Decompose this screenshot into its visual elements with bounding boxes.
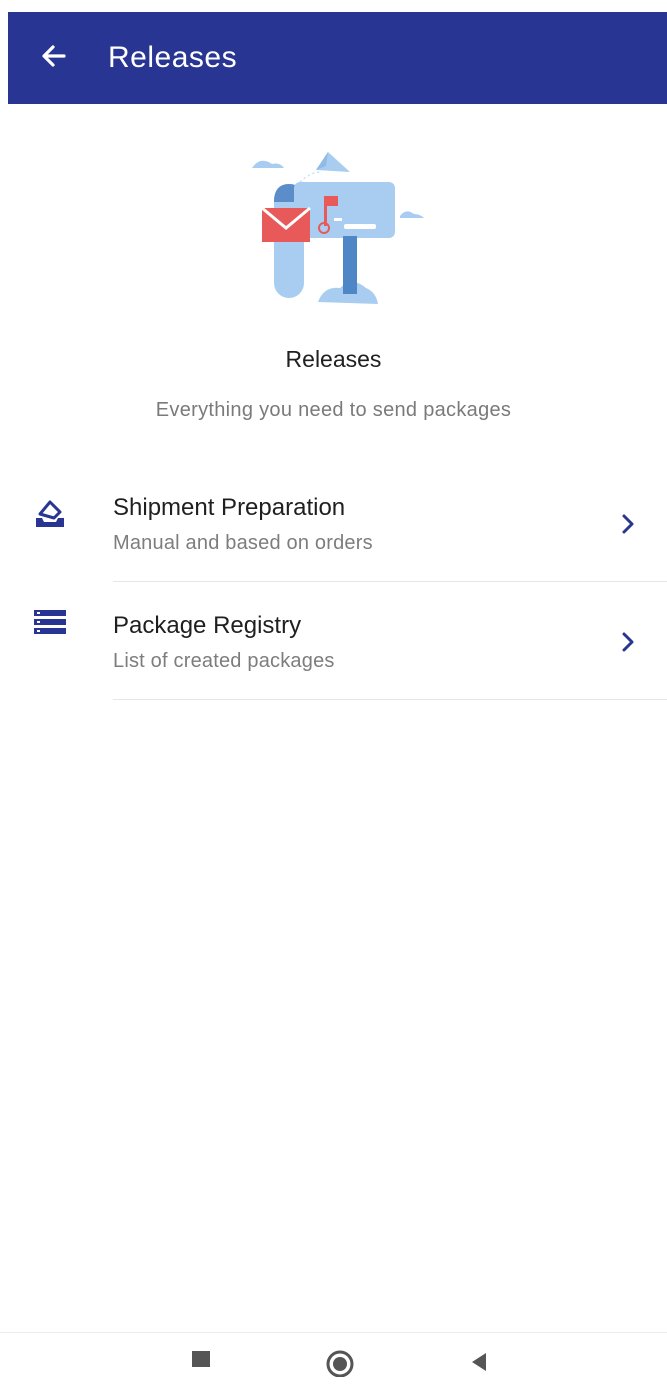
hero-subtitle: Everything you need to send packages [155,399,512,421]
menu-item-title: Package Registry [113,612,302,639]
back-button[interactable] [32,34,76,78]
menu-item-subtitle: Manual and based on orders [113,532,373,554]
page-title: Releases [108,41,238,74]
arrow-left-icon [42,45,66,67]
chevron-right-icon [622,632,634,652]
menu-item-subtitle: List of created packages [113,650,335,672]
back-nav-button[interactable] [458,1347,498,1387]
recents-button[interactable] [181,1347,221,1387]
recents-square-icon [192,1351,210,1367]
home-button[interactable] [320,1347,360,1387]
system-nav-bar [0,1332,667,1386]
back-triangle-icon [472,1353,486,1371]
mailbox-illustration [252,152,424,304]
menu-item-shipment-preparation[interactable]: Shipment Preparation Manual and based on… [0,464,667,582]
box-eraser-icon [36,500,64,527]
list-stack-icon [34,610,66,634]
menu-item-title: Shipment Preparation [113,494,346,521]
hero-title: Releases [285,346,382,372]
app-bar: Releases [8,12,667,104]
menu-item-package-registry[interactable]: Package Registry List of created package… [0,582,667,700]
home-circle-icon [326,1350,354,1377]
divider [113,699,667,700]
chevron-right-icon [622,514,634,534]
